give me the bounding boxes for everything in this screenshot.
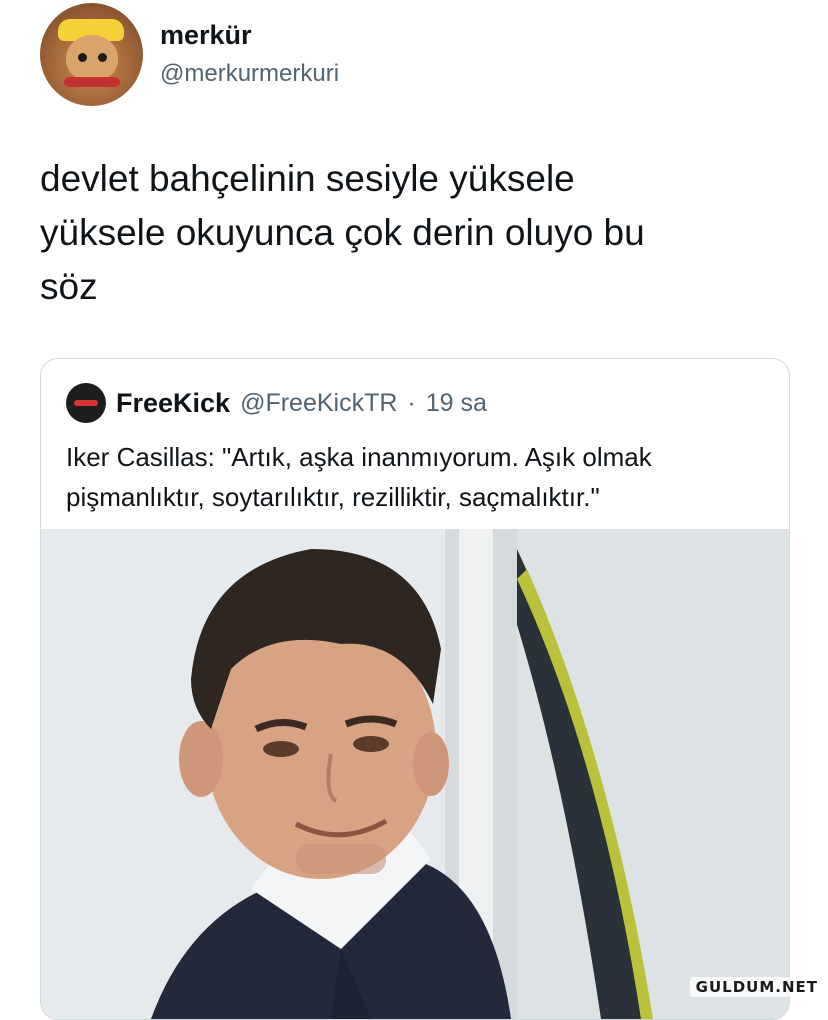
tweet-text-line: devlet bahçelinin sesiyle yüksele	[40, 158, 575, 199]
avatar-face	[66, 35, 118, 81]
avatar-eye-left	[78, 53, 87, 62]
quoted-tweet-header: FreeKick @FreeKickTR · 19 sa	[66, 381, 487, 425]
site-watermark: GULDUM.NET	[689, 977, 824, 997]
quoted-text-line: Iker Casillas: "Artık, aşka inanmıyorum.…	[66, 442, 652, 472]
avatar-collar	[64, 77, 120, 87]
tweet-text-line: yüksele okuyunca çok derin oluyo bu	[40, 212, 645, 253]
freekick-logo-icon[interactable]	[66, 383, 106, 423]
quoted-tweet-photo[interactable]	[41, 529, 789, 1019]
tweet-author-handle[interactable]: @merkurmerkuri	[160, 60, 339, 88]
quoted-text-line: pişmanlıktır, soytarılıktır, rezilliktir…	[66, 482, 600, 512]
tweet-author-avatar[interactable]	[40, 3, 143, 106]
quoted-author-handle[interactable]: @FreeKickTR	[240, 389, 397, 418]
tweet-text: devlet bahçelinin sesiyle yüksele yüksel…	[40, 152, 780, 314]
avatar-eye-right	[98, 53, 107, 62]
tweet-author-name[interactable]: merkür	[160, 20, 252, 51]
quoted-tweet-card[interactable]: FreeKick @FreeKickTR · 19 sa Iker Casill…	[40, 358, 790, 1020]
tweet-text-line: söz	[40, 266, 98, 307]
time-separator: ·	[407, 388, 416, 417]
photo-illustration	[41, 529, 789, 1019]
quoted-author-name[interactable]: FreeKick	[116, 388, 230, 419]
quoted-tweet-text: Iker Casillas: "Artık, aşka inanmıyorum.…	[66, 437, 766, 517]
quoted-tweet-time[interactable]: 19 sa	[426, 389, 487, 418]
